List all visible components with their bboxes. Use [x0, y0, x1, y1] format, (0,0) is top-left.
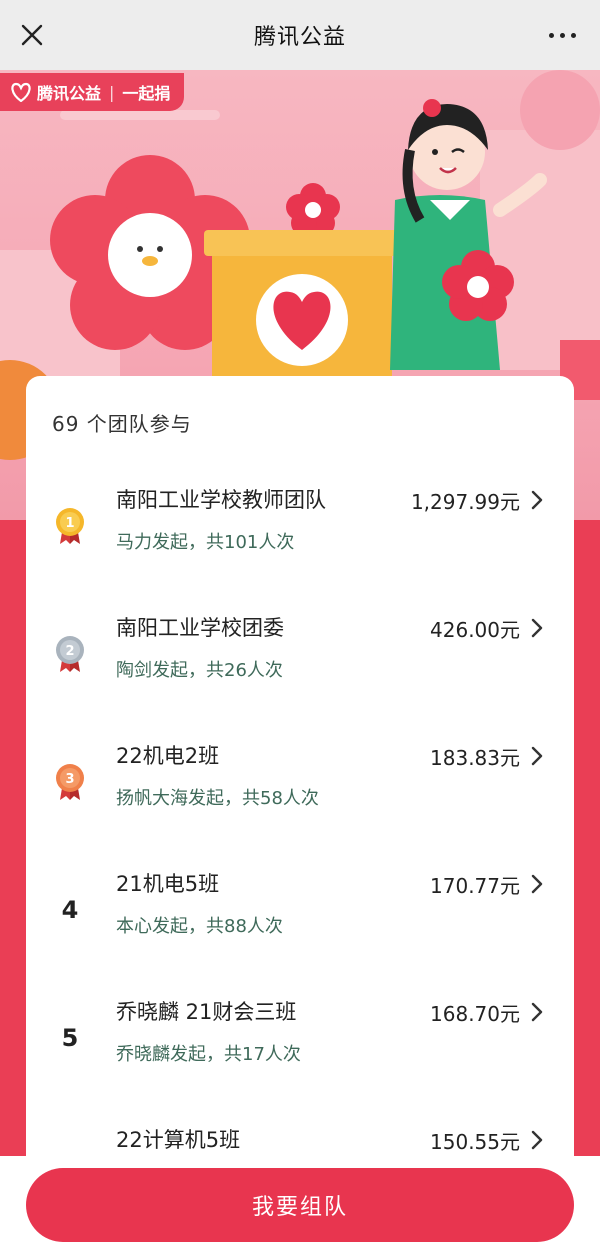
brand-slogan: 一起捐 [122, 84, 171, 103]
create-team-button[interactable]: 我要组队 [26, 1168, 574, 1242]
rank-number: 4 [61, 896, 79, 924]
team-name: 南阳工业学校团委 [116, 616, 284, 640]
chevron-right-icon [531, 618, 543, 638]
team-initiator: 乔晓麟发起，共17人次 [116, 1044, 301, 1065]
heart-logo-icon [11, 82, 31, 102]
svg-text:3: 3 [65, 772, 74, 787]
chevron-right-icon [531, 746, 543, 766]
team-initiator: 扬帆大海发起，共58人次 [116, 788, 319, 809]
team-amount: 426.00元 [430, 618, 520, 642]
more-dots-icon [548, 32, 554, 38]
team-row[interactable]: 1 南阳工业学校教师团队 马力发起，共101人次 1,297.99元 [26, 484, 574, 612]
team-row[interactable]: 4 21机电5班 本心发起，共88人次 170.77元 [26, 868, 574, 996]
team-initiator: 马力发起，共101人次 [116, 532, 295, 553]
team-amount: 183.83元 [430, 746, 520, 770]
rank-badge: 3 [54, 762, 86, 802]
chevron-right-icon [531, 874, 543, 894]
rank-badge: 4 [54, 890, 86, 930]
close-icon [21, 24, 43, 46]
brand-badge: 腾讯公益 | 一起捐 [0, 73, 185, 111]
close-button[interactable] [14, 17, 50, 53]
team-name: 21机电5班 [116, 872, 220, 896]
chevron-right-icon [531, 1130, 543, 1150]
navigation-bar: 腾讯公益 [0, 0, 600, 70]
page-title: 腾讯公益 [253, 25, 346, 50]
chevron-right-icon [531, 490, 543, 510]
brand-name: 腾讯公益 [37, 84, 102, 103]
team-initiator: 陶剑发起，共26人次 [116, 660, 283, 681]
team-list-card: 69 个团队参与 1 南阳工业学校教师团队 马力发起，共101人次 1,297.… [26, 376, 574, 1256]
team-amount: 170.77元 [430, 874, 520, 898]
team-initiator: 本心发起，共88人次 [116, 916, 283, 937]
team-count-header: 69 个团队参与 [52, 412, 192, 436]
team-row[interactable]: 3 22机电2班 扬帆大海发起，共58人次 183.83元 [26, 740, 574, 868]
brand-separator: | [109, 82, 115, 102]
team-amount: 150.55元 [430, 1130, 520, 1154]
rank-badge: 1 [54, 506, 86, 546]
silver-medal-icon: 2 [56, 636, 84, 672]
svg-text:2: 2 [65, 644, 74, 659]
chevron-right-icon [531, 1002, 543, 1022]
rank-badge: 5 [54, 1018, 86, 1058]
team-name: 乔晓麟 21财会三班 [116, 1000, 297, 1024]
bronze-medal-icon: 3 [56, 764, 84, 800]
rank-number: 5 [61, 1024, 79, 1052]
team-name: 南阳工业学校教师团队 [116, 488, 326, 512]
gold-medal-icon: 1 [56, 508, 84, 544]
team-row[interactable]: 5 乔晓麟 21财会三班 乔晓麟发起，共17人次 168.70元 [26, 996, 574, 1124]
team-amount: 1,297.99元 [410, 490, 520, 514]
more-button[interactable] [542, 17, 582, 53]
rank-badge: 2 [54, 634, 86, 674]
team-name: 22机电2班 [116, 744, 220, 768]
team-row[interactable]: 2 南阳工业学校团委 陶剑发起，共26人次 426.00元 [26, 612, 574, 740]
svg-text:1: 1 [65, 516, 74, 531]
team-amount: 168.70元 [430, 1002, 520, 1026]
team-name: 22计算机5班 [116, 1128, 241, 1152]
